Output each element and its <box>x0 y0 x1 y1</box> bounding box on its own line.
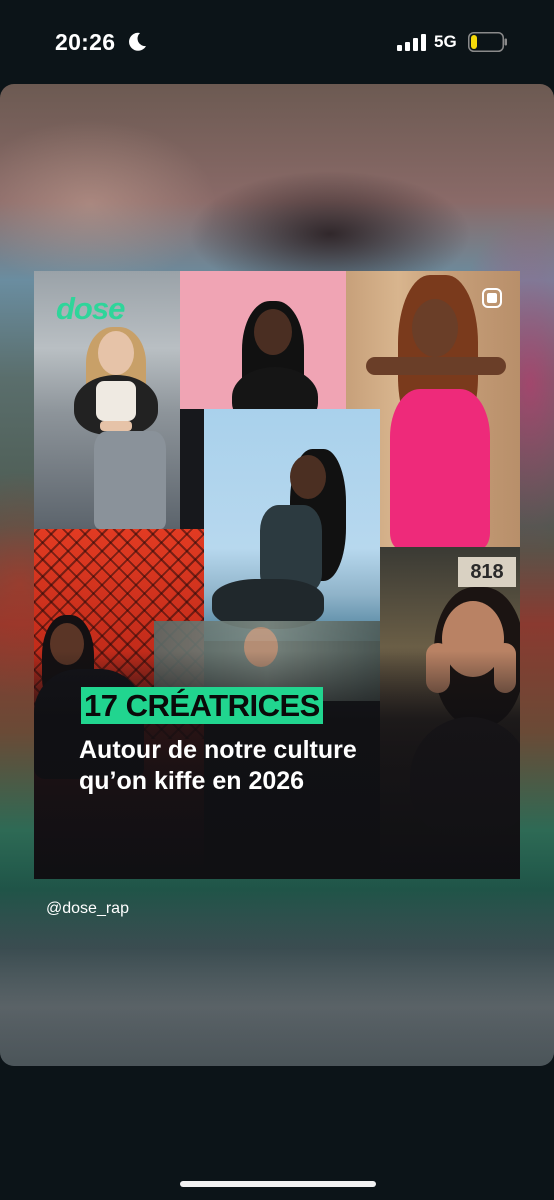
headline-highlight: 17 CRÉATRICES <box>81 687 323 724</box>
post-headline: 17 CRÉATRICES <box>84 688 320 723</box>
post-subtitle: Autour de notre culture qu’on kiffe en 2… <box>79 735 439 797</box>
post-subtitle-line-2: qu’on kiffe en 2026 <box>79 767 305 795</box>
author-handle-link[interactable]: @dose_rap <box>46 900 129 918</box>
status-bar: 20:26 5G <box>0 0 554 84</box>
shared-post[interactable]: dose 818 17 CRÉATRICES Autour de notre c… <box>34 271 520 879</box>
clock: 20:26 <box>55 29 116 55</box>
sign-818: 818 <box>458 557 516 587</box>
post-subtitle-line-1: Autour de notre culture <box>79 736 357 764</box>
battery-icon <box>468 32 507 52</box>
photo-creator-4 <box>204 409 380 641</box>
signal-icon <box>397 34 426 51</box>
moon-icon <box>129 32 146 51</box>
network-type: 5G <box>434 32 457 51</box>
brand-logo: dose <box>56 291 125 326</box>
home-indicator[interactable] <box>180 1181 376 1187</box>
photo-creator-2 <box>180 271 346 409</box>
instagram-icon <box>482 288 502 308</box>
